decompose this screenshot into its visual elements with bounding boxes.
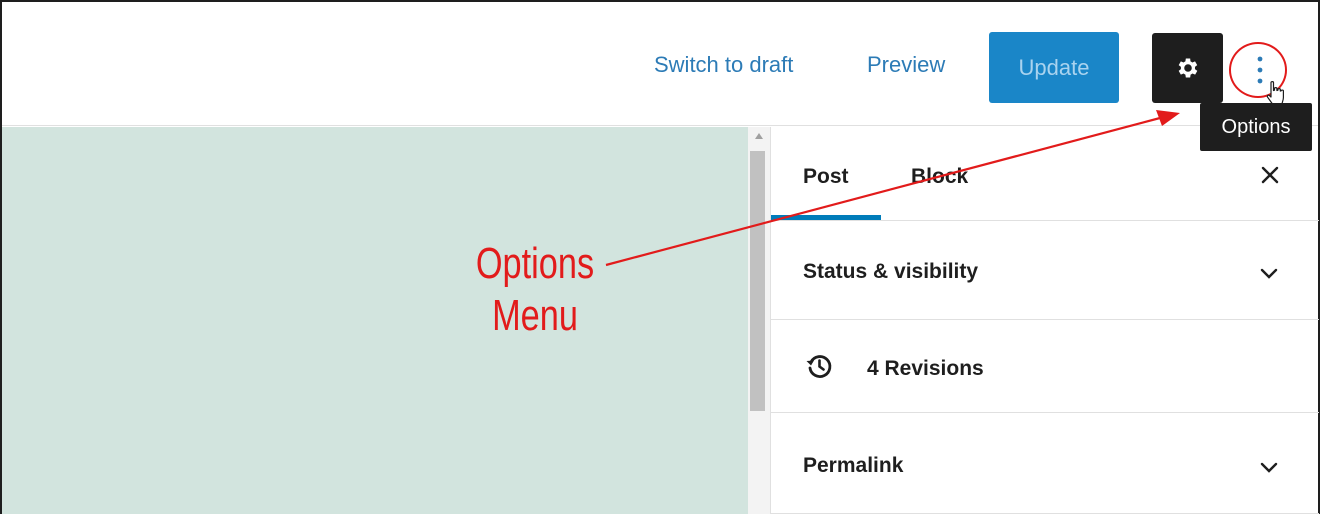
panel-permalink[interactable]: Permalink xyxy=(771,414,1319,514)
annotation-line-2: Menu xyxy=(492,291,578,340)
active-tab-indicator xyxy=(771,215,881,220)
chevron-down-icon xyxy=(1260,268,1278,279)
options-tooltip: Options xyxy=(1200,103,1312,151)
gear-icon xyxy=(1178,58,1197,78)
panel-title-status-visibility: Status & visibility xyxy=(803,260,979,283)
panel-title-permalink: Permalink xyxy=(803,454,904,477)
switch-to-draft-button[interactable]: Switch to draft xyxy=(654,52,793,78)
settings-sidebar: Post Block Status & visibility 4 Revisio… xyxy=(770,127,1319,514)
settings-button[interactable] xyxy=(1152,33,1223,103)
history-icon xyxy=(806,355,832,378)
panel-title-revisions: 4 Revisions xyxy=(867,357,984,380)
editor-canvas[interactable] xyxy=(2,127,748,514)
tab-post[interactable]: Post xyxy=(803,165,849,189)
preview-button[interactable]: Preview xyxy=(867,52,945,78)
tab-block[interactable]: Block xyxy=(911,165,968,189)
scroll-up-arrow-icon[interactable] xyxy=(755,133,763,139)
scrollbar-thumb[interactable] xyxy=(750,151,765,411)
chevron-down-icon xyxy=(1260,462,1278,473)
scrollbar[interactable] xyxy=(748,127,770,514)
editor-header: Switch to draft Preview Update xyxy=(2,2,1318,126)
panel-revisions[interactable]: 4 Revisions xyxy=(771,321,1319,413)
annotation-label: Options Menu xyxy=(453,238,617,342)
update-button[interactable]: Update xyxy=(989,32,1119,103)
annotation-line-1: Options xyxy=(475,239,595,288)
close-icon[interactable] xyxy=(1256,161,1284,189)
panel-status-visibility[interactable]: Status & visibility xyxy=(771,222,1319,320)
